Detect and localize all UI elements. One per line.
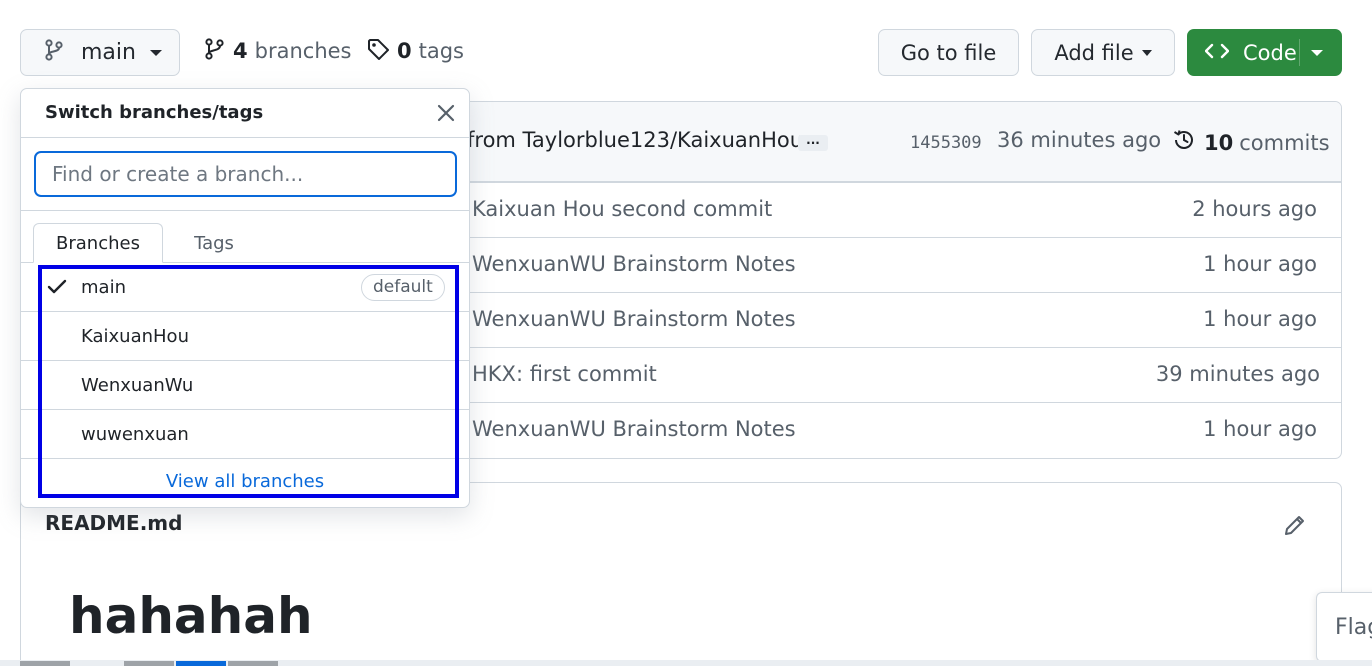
file-commit-message[interactable]: Kaixuan Hou second commit [472, 197, 772, 221]
branch-item-main[interactable]: main default [21, 263, 469, 312]
branch-search-input[interactable] [34, 151, 457, 197]
file-commit-age: 1 hour ago [1203, 417, 1317, 441]
scroll-segment [228, 661, 278, 666]
go-to-file-button[interactable]: Go to file [878, 29, 1019, 76]
branch-list: main default KaixuanHou WenxuanWu wuwenx… [21, 263, 469, 459]
file-commit-message[interactable]: WenxuanWU Brainstorm Notes [472, 252, 796, 276]
branch-item-wuwenxuan[interactable]: wuwenxuan [21, 410, 469, 459]
branch-name: KaixuanHou [81, 326, 189, 347]
horizontal-scrollbar[interactable] [0, 660, 1372, 666]
branch-name: main [81, 277, 126, 298]
file-commit-age: 2 hours ago [1192, 197, 1317, 221]
latest-commit-message[interactable]: from Taylorblue123/KaixuanHou [467, 128, 803, 152]
commits-label: commits [1239, 130, 1330, 155]
history-icon [1172, 128, 1196, 157]
branch-switch-dropdown: Switch branches/tags Branches Tags main … [20, 88, 470, 508]
code-button[interactable]: Code [1187, 29, 1342, 76]
side-feedback-tab[interactable]: Flag [1316, 592, 1372, 662]
branches-label: branches [254, 39, 352, 63]
add-file-label: Add file [1054, 40, 1134, 65]
side-tab-label: Flag [1335, 615, 1372, 640]
divider [21, 210, 469, 211]
divider [21, 137, 469, 138]
file-commit-age: 1 hour ago [1203, 252, 1317, 276]
readme-heading: hahahah [69, 587, 313, 645]
file-commit-age: 39 minutes ago [1155, 362, 1320, 386]
file-commit-message[interactable]: WenxuanWU Brainstorm Notes [472, 307, 796, 331]
branches-count: 4 [233, 39, 248, 63]
code-label: Code [1243, 40, 1297, 65]
branch-name: WenxuanWu [81, 375, 194, 396]
branch-item-kaixuanhou[interactable]: KaixuanHou [21, 312, 469, 361]
commit-sha[interactable]: 1455309 [910, 133, 982, 153]
tab-tags[interactable]: Tags [169, 223, 259, 263]
caret-down-icon [149, 49, 162, 56]
caret-down-icon [1141, 49, 1152, 56]
tags-label: tags [418, 39, 464, 63]
scroll-segment [124, 661, 174, 666]
git-branch-icon [45, 38, 63, 67]
tag-icon [367, 38, 389, 65]
commit-time: 36 minutes ago [997, 128, 1162, 152]
branch-select-button[interactable]: main [20, 29, 180, 76]
scroll-segment [20, 661, 70, 666]
tab-branches[interactable]: Branches [33, 223, 163, 263]
default-badge: default [361, 274, 445, 301]
commits-history-link[interactable]: 10 commits [1172, 128, 1330, 157]
scroll-segment-active [176, 661, 226, 666]
tags-link[interactable]: 0 tags [367, 36, 464, 66]
commit-expand-button[interactable]: ... [798, 134, 828, 151]
pencil-icon[interactable] [1283, 513, 1307, 541]
close-icon[interactable] [436, 103, 456, 123]
caret-down-icon[interactable] [1311, 50, 1323, 56]
file-commit-age: 1 hour ago [1203, 307, 1317, 331]
code-button-divider [1299, 39, 1300, 66]
branch-select-label: main [81, 40, 136, 65]
file-commit-message[interactable]: WenxuanWU Brainstorm Notes [472, 417, 796, 441]
git-branch-icon [205, 37, 225, 65]
tags-count: 0 [397, 39, 412, 63]
code-icon [1204, 41, 1230, 65]
dropdown-title: Switch branches/tags [45, 102, 264, 123]
branch-name: wuwenxuan [81, 424, 189, 445]
file-commit-message[interactable]: HKX: first commit [472, 362, 657, 386]
view-all-branches-link[interactable]: View all branches [21, 471, 469, 492]
readme-panel: README.md hahahah [20, 482, 1342, 666]
add-file-button[interactable]: Add file [1031, 29, 1175, 76]
branch-item-wenxuanwu[interactable]: WenxuanWu [21, 361, 469, 410]
check-icon [47, 277, 67, 301]
go-to-file-label: Go to file [900, 40, 997, 65]
branches-link[interactable]: 4 branches [205, 36, 351, 66]
readme-filename[interactable]: README.md [45, 511, 182, 535]
commits-count: 10 [1204, 130, 1234, 155]
